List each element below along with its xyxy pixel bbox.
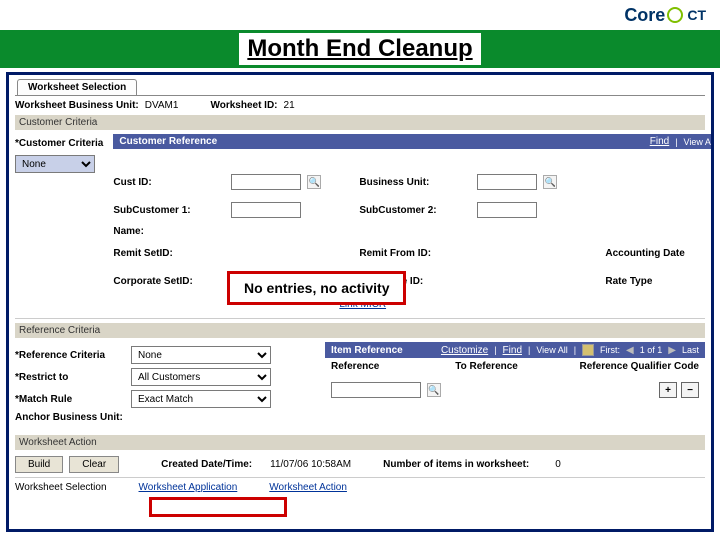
restrict-label: *Restrict to (15, 372, 125, 383)
ref-criteria-select[interactable]: None (131, 346, 271, 364)
anchor-bu-label: Anchor Business Unit: (15, 412, 145, 423)
custid-label: Cust ID: (113, 177, 223, 188)
col-to-reference: To Reference (455, 361, 573, 372)
cust-ref-head: Customer Reference (119, 136, 217, 147)
item-ref-customize-link[interactable]: Customize (441, 345, 488, 356)
ws-bu-value: DVAM1 (145, 100, 179, 111)
acctdate-label: Accounting Date (605, 248, 714, 259)
remitfromid-label: Remit From ID: (359, 248, 469, 259)
item-prev-icon[interactable]: ◀ (626, 345, 634, 356)
ref-add-button[interactable]: + (659, 382, 677, 398)
cust-criteria-select[interactable]: None (15, 155, 95, 173)
item-reference-bar: Item Reference Customize| Find| View All… (325, 342, 705, 358)
created-value: 11/07/06 10:58AM (270, 459, 351, 470)
download-icon[interactable] (582, 344, 594, 356)
sub1-label: SubCustomer 1: (113, 205, 223, 216)
ws-id-value: 21 (284, 100, 295, 111)
cust-criteria-label: *Customer Criteria (15, 138, 103, 149)
reference-lookup-icon[interactable]: 🔍 (427, 383, 441, 397)
numitems-label: Number of items in worksheet: (383, 459, 529, 470)
ratetype-label: Rate Type (605, 276, 714, 287)
footer-ws-app-link[interactable]: Worksheet Application (139, 482, 238, 493)
cust-bu-label: Business Unit: (359, 177, 469, 188)
cust-ref-viewall: View All (684, 137, 714, 147)
remitsetid-label: Remit SetID: (113, 248, 223, 259)
custid-lookup-icon[interactable]: 🔍 (307, 175, 321, 189)
item-ref-first: First: (600, 345, 620, 355)
custid-input[interactable] (231, 174, 301, 190)
clear-button[interactable]: Clear (69, 456, 119, 473)
title-bar: Month End Cleanup (0, 30, 720, 68)
logo-ring-icon (667, 7, 683, 23)
reference-input[interactable] (331, 382, 421, 398)
ref-criteria-label: *Reference Criteria (15, 350, 125, 361)
reference-criteria-section: Reference Criteria (15, 323, 705, 338)
page-title: Month End Cleanup (239, 33, 480, 65)
build-button[interactable]: Build (15, 456, 63, 473)
logo: Core CT (624, 5, 706, 26)
logo-ct: CT (687, 7, 706, 23)
ws-id-label: Worksheet ID: (210, 100, 277, 111)
sub1-input[interactable] (231, 202, 301, 218)
ws-bu-label: Worksheet Business Unit: (15, 100, 139, 111)
callout-no-entries: No entries, no activity (227, 271, 406, 305)
worksheet-action-section: Worksheet Action (15, 435, 705, 450)
item-ref-last: Last (682, 345, 699, 355)
footer-ws-select: Worksheet Selection (15, 482, 107, 493)
created-label: Created Date/Time: (161, 459, 252, 470)
customer-criteria-section: Customer Criteria (15, 115, 705, 130)
tab-worksheet-selection[interactable]: Worksheet Selection (17, 79, 137, 95)
match-select[interactable]: Exact Match (131, 390, 271, 408)
app-frame: Worksheet Selection Worksheet Business U… (6, 72, 714, 532)
sub2-label: SubCustomer 2: (359, 205, 469, 216)
logo-core: Core (624, 5, 665, 26)
corrsetid-label: Corporate SetID: (113, 276, 223, 287)
item-ref-count: 1 of 1 (640, 345, 663, 355)
ref-remove-button[interactable]: − (681, 382, 699, 398)
customer-reference-bar: Customer Reference Find | View All First… (113, 134, 714, 149)
col-qualifier: Reference Qualifier Code (580, 361, 699, 372)
col-reference: Reference (331, 361, 449, 372)
cust-bu-lookup-icon[interactable]: 🔍 (543, 175, 557, 189)
numitems-value: 0 (555, 459, 561, 470)
item-ref-viewall: View All (536, 345, 567, 355)
item-next-icon[interactable]: ▶ (668, 345, 676, 356)
item-ref-find-link[interactable]: Find (503, 345, 522, 356)
restrict-select[interactable]: All Customers (131, 368, 271, 386)
highlight-box (149, 497, 287, 517)
cust-ref-find-link[interactable]: Find (650, 136, 669, 147)
sub2-input[interactable] (477, 202, 537, 218)
cust-bu-input[interactable] (477, 174, 537, 190)
footer-ws-action-link[interactable]: Worksheet Action (269, 482, 347, 493)
item-ref-head: Item Reference (331, 345, 403, 356)
name-label: Name: (113, 226, 223, 237)
match-label: *Match Rule (15, 394, 125, 405)
